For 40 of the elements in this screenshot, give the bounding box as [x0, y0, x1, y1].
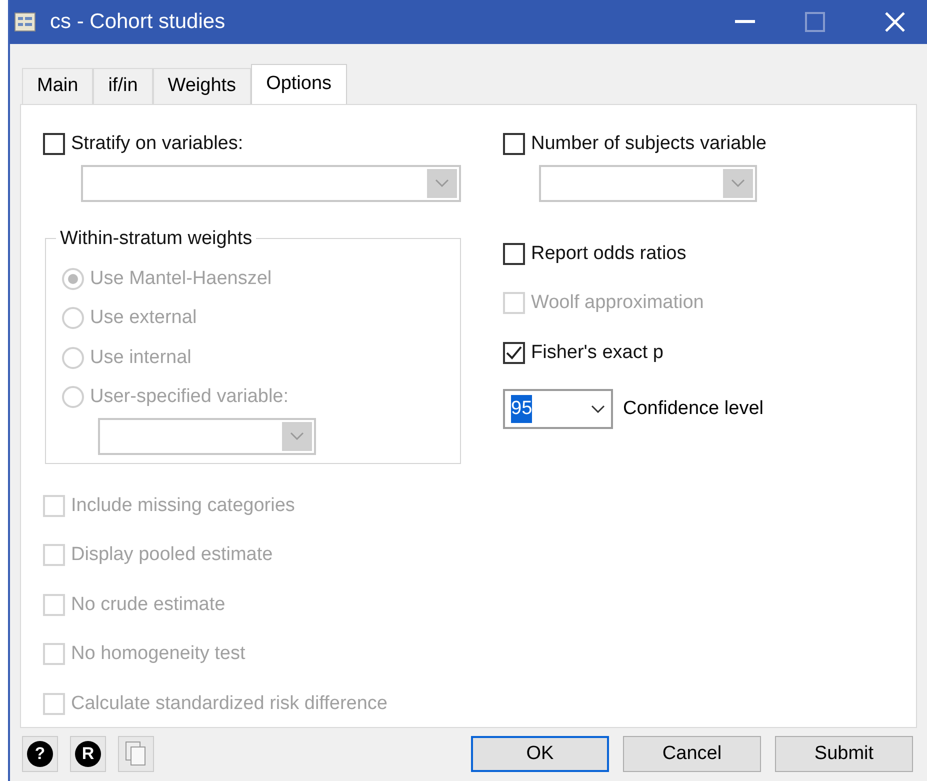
checkbox-label: Stratify on variables:: [71, 132, 244, 156]
tab[interactable]: if/in: [93, 68, 153, 104]
help-button[interactable]: ?: [22, 736, 58, 772]
tab[interactable]: Main: [22, 68, 94, 104]
confidence-label: Confidence level: [623, 396, 764, 421]
checkbox[interactable]: [503, 242, 525, 265]
checkbox-label: No homogeneity test: [71, 642, 246, 666]
checkbox-label: Report odds ratios: [531, 242, 686, 266]
radio-label: Use internal: [90, 346, 192, 370]
caret-icon: [591, 405, 605, 413]
radio-label: Use external: [90, 306, 197, 330]
checkbox-label: No crude estimate: [71, 592, 226, 616]
copy-icon: [125, 741, 147, 767]
copy-button[interactable]: [118, 736, 154, 772]
tab[interactable]: Weights: [152, 68, 252, 104]
variable-dropdown[interactable]: [98, 418, 316, 454]
checkbox[interactable]: [43, 133, 65, 156]
r-button[interactable]: R: [70, 736, 106, 772]
minimize-icon[interactable]: [735, 20, 755, 24]
dialog-button[interactable]: Cancel: [623, 736, 761, 772]
window-title: cs - Cohort studies: [50, 9, 226, 36]
dialog-button[interactable]: Submit: [775, 736, 913, 772]
dialog-button[interactable]: OK: [471, 736, 609, 772]
checkmark-icon: [506, 346, 522, 360]
checkbox-label: Calculate standardized risk difference: [71, 692, 388, 716]
tab[interactable]: Options: [251, 64, 347, 104]
radio-label: Use Mantel-Haenszel: [90, 266, 272, 290]
checkbox[interactable]: [503, 133, 525, 156]
confidence-dropdown[interactable]: 95: [503, 389, 613, 429]
close-icon[interactable]: [885, 12, 905, 32]
checkbox[interactable]: [503, 342, 525, 364]
checkbox-label: Include missing categories: [71, 494, 295, 518]
window-icon: [14, 12, 36, 32]
variables-dropdown[interactable]: [81, 164, 461, 202]
checkbox-label: Fisher's exact p: [531, 340, 664, 364]
subjects-dropdown[interactable]: [539, 164, 757, 202]
radio-label: User-specified variable:: [90, 385, 289, 409]
checkbox-label: Woolf approximation: [531, 291, 704, 315]
checkbox-label: Number of subjects variable: [531, 132, 766, 156]
checkbox-label: Display pooled estimate: [71, 543, 273, 567]
